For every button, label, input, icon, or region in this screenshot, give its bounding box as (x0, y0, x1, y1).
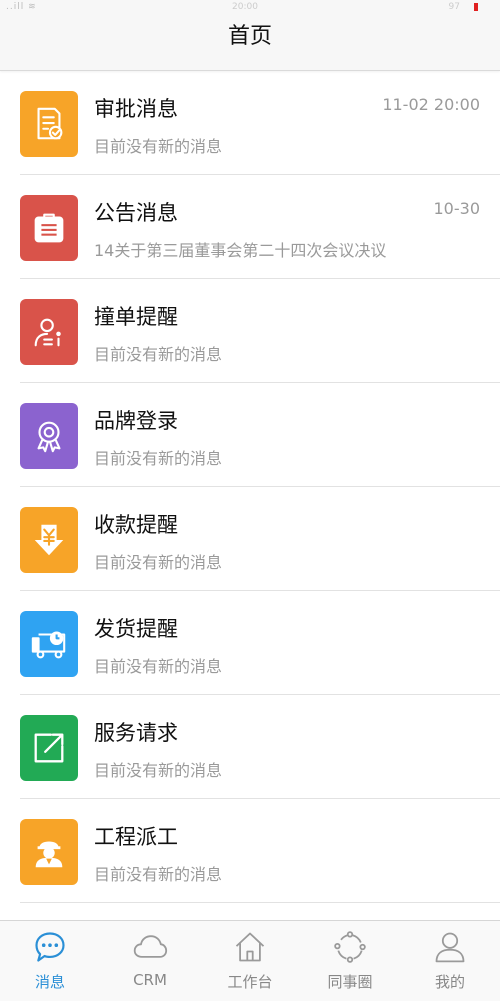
item-name: 公告消息 (94, 201, 178, 225)
page-title: 首页 (227, 24, 272, 49)
item-preview: 目前没有新的消息 (94, 865, 223, 884)
list-item-service[interactable]: 服务请求 目前没有新的消息 (0, 695, 500, 799)
item-preview: 目前没有新的消息 (94, 761, 223, 780)
list-item-announcement[interactable]: 公告消息 10-30 14关于第三届董事会第二十四次会议决议 (0, 175, 500, 279)
tab-label: 消息 (34, 973, 65, 991)
person-icon (435, 932, 465, 963)
external-link-icon (20, 715, 78, 781)
list-item-payment[interactable]: 收款提醒 目前没有新的消息 (0, 487, 500, 591)
item-name: 服务请求 (94, 721, 178, 745)
briefcase-icon (20, 195, 78, 261)
circle-dots-icon (334, 931, 366, 963)
tab-label: 同事圈 (327, 973, 373, 991)
tab-label: 工作台 (227, 973, 273, 991)
item-name: 撞单提醒 (94, 305, 178, 329)
delivery-truck-icon (20, 611, 78, 677)
list-item-approval[interactable]: 审批消息 11-02 20:00 目前没有新的消息 (0, 71, 500, 175)
chat-bubble-icon (35, 932, 65, 962)
battery-level: 97 (448, 2, 460, 12)
tab-label: 我的 (434, 973, 465, 991)
item-time: 11-02 20:00 (382, 95, 480, 114)
list-item-shipping[interactable]: 发货提醒 目前没有新的消息 (0, 591, 500, 695)
item-name: 收款提醒 (94, 513, 178, 537)
user-alert-icon (20, 299, 78, 365)
header-bar: ..ill ≋ 20:00 97 首页 (0, 0, 500, 71)
item-preview: 14关于第三届董事会第二十四次会议决议 (94, 241, 387, 260)
status-time: 20:00 (232, 2, 258, 12)
tab-me[interactable]: 我的 (400, 921, 500, 1001)
item-name: 工程派工 (94, 825, 178, 849)
award-badge-icon (20, 403, 78, 469)
item-preview: 目前没有新的消息 (94, 345, 223, 364)
engineer-icon (20, 819, 78, 885)
item-name: 品牌登录 (94, 409, 178, 433)
item-preview: 目前没有新的消息 (94, 553, 223, 572)
tab-label: CRM (133, 971, 167, 989)
list-item-brand[interactable]: 品牌登录 目前没有新的消息 (0, 383, 500, 487)
bottom-tab-bar: 消息 CRM 工作台 同事圈 我的 (0, 920, 500, 1001)
approval-doc-icon (20, 91, 78, 157)
item-preview: 目前没有新的消息 (94, 137, 223, 156)
house-icon (235, 932, 265, 962)
list-item-collision[interactable]: 撞单提醒 目前没有新的消息 (0, 279, 500, 383)
status-bar: ..ill ≋ 20:00 97 (0, 0, 500, 14)
message-list: 审批消息 11-02 20:00 目前没有新的消息 公告消息 10-30 14关… (0, 71, 500, 903)
item-name: 审批消息 (94, 97, 178, 121)
tab-workbench[interactable]: 工作台 (200, 921, 300, 1001)
item-preview: 目前没有新的消息 (94, 657, 223, 676)
item-preview: 目前没有新的消息 (94, 449, 223, 468)
item-name: 发货提醒 (94, 617, 178, 641)
signal-icon: ..ill ≋ (6, 2, 37, 12)
tab-colleague-circle[interactable]: 同事圈 (300, 921, 400, 1001)
yen-download-icon (20, 507, 78, 573)
item-time: 10-30 (433, 199, 481, 218)
tab-messages[interactable]: 消息 (0, 921, 100, 1001)
list-item-engineering[interactable]: 工程派工 目前没有新的消息 (0, 799, 500, 903)
cloud-icon (133, 935, 168, 958)
tab-crm[interactable]: CRM (100, 921, 200, 1001)
battery-icon (474, 3, 478, 11)
